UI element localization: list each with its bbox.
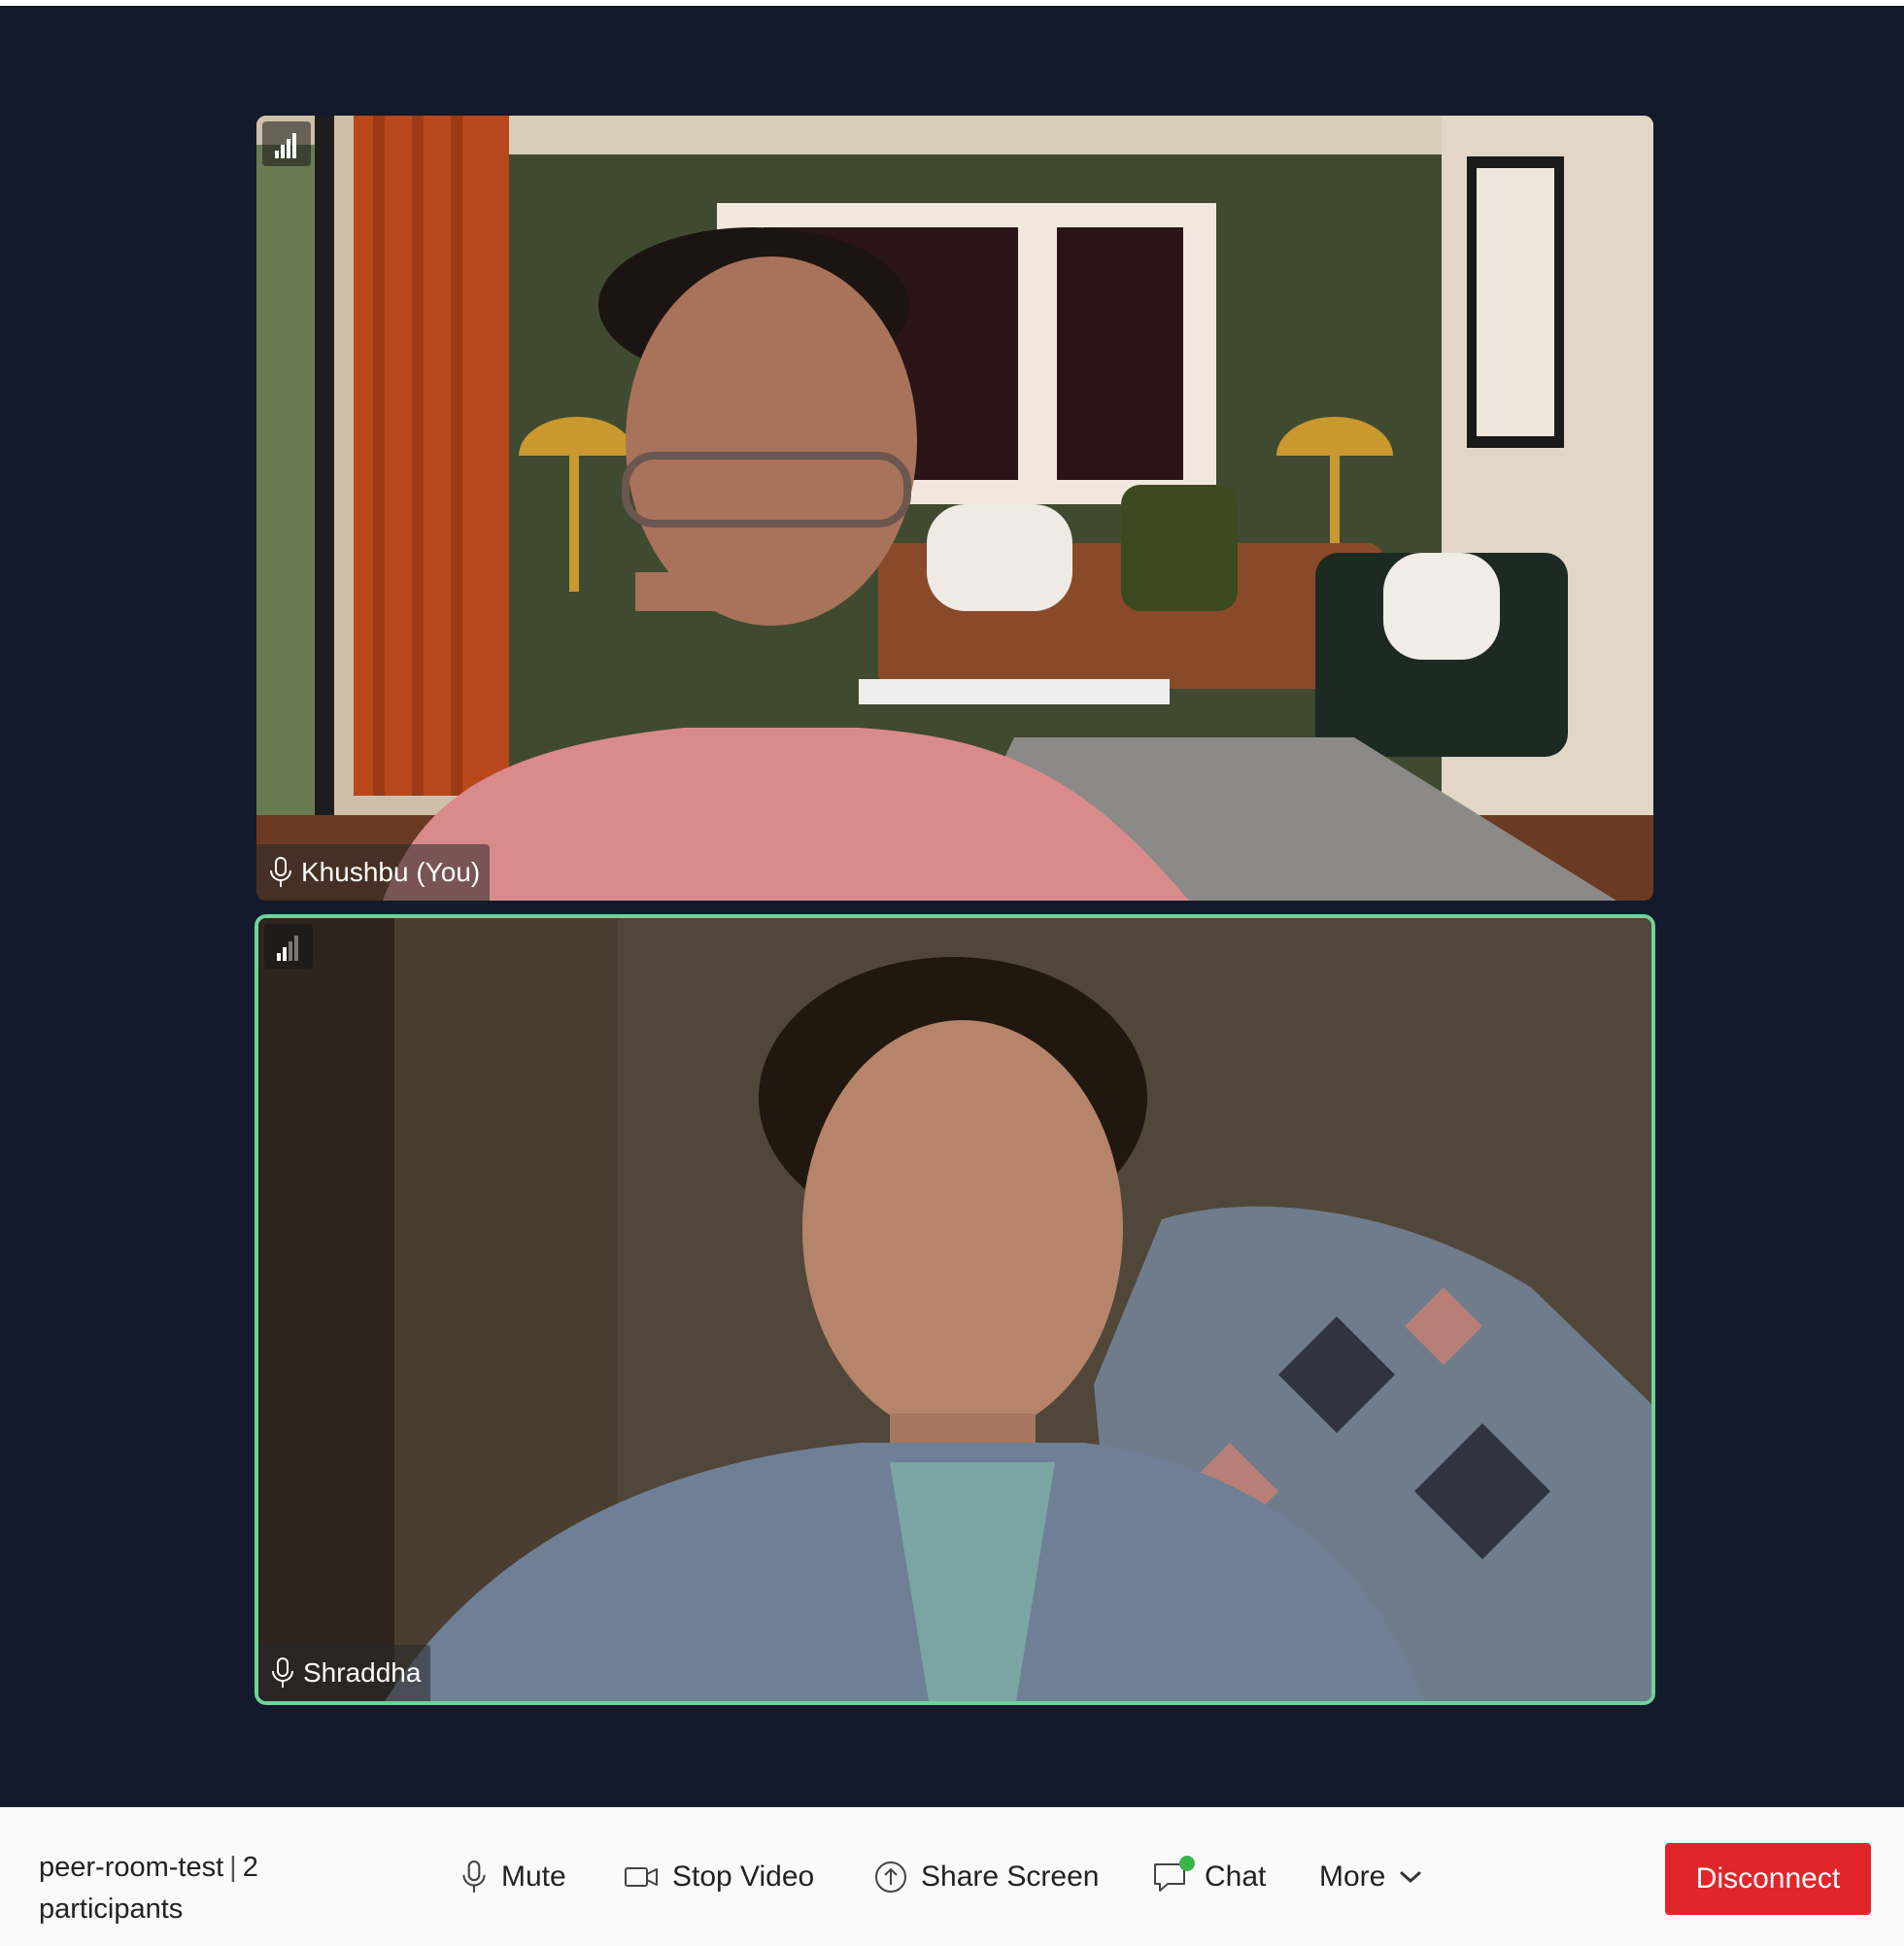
more-label: More <box>1319 1861 1386 1893</box>
microphone-icon <box>270 857 291 887</box>
stop-video-label: Stop Video <box>672 1861 815 1893</box>
participant-tile-remote[interactable]: Shraddha <box>255 914 1655 1705</box>
participant-name: Khushbu (You) <box>301 857 481 887</box>
signal-icon <box>275 133 296 158</box>
microphone-icon <box>272 1657 293 1688</box>
share-screen-icon <box>875 1861 906 1893</box>
participant-name: Shraddha <box>303 1657 422 1688</box>
participant-name-tag: Shraddha <box>258 1645 431 1701</box>
disconnect-button[interactable]: Disconnect <box>1665 1843 1871 1915</box>
participant-tile-local[interactable]: Khushbu (You) <box>256 116 1653 901</box>
video-feed-khushbu <box>256 116 1653 901</box>
video-stage: Khushbu (You) Shraddha <box>0 6 1904 1807</box>
chevron-down-icon <box>1400 1871 1421 1883</box>
mute-label: Mute <box>501 1861 566 1893</box>
camera-icon <box>625 1867 658 1887</box>
mute-button[interactable]: Mute <box>460 1851 566 1903</box>
share-screen-button[interactable]: Share Screen <box>874 1851 1099 1903</box>
stop-video-button[interactable]: Stop Video <box>624 1851 814 1903</box>
chat-button[interactable]: Chat <box>1152 1851 1266 1903</box>
video-feed-shraddha <box>258 918 1651 1701</box>
chat-icon-wrap <box>1152 1856 1195 1895</box>
room-name: peer-room-test <box>39 1852 224 1883</box>
control-bar: peer-room-test | 2 participants Mute Stop … <box>0 1807 1904 1946</box>
more-button[interactable]: More <box>1319 1851 1422 1903</box>
participant-name-tag: Khushbu (You) <box>256 844 491 901</box>
room-info: peer-room-test | 2 participants <box>39 1847 350 1930</box>
chat-unread-dot <box>1179 1856 1195 1871</box>
microphone-icon <box>462 1861 486 1893</box>
chat-label: Chat <box>1205 1861 1267 1893</box>
participants-word: participants <box>39 1894 184 1925</box>
signal-icon <box>277 936 298 961</box>
room-separator: | <box>229 1852 237 1883</box>
signal-indicator <box>262 121 311 166</box>
share-screen-label: Share Screen <box>921 1861 1100 1893</box>
participant-count: 2 <box>242 1852 258 1883</box>
signal-indicator <box>264 924 313 969</box>
